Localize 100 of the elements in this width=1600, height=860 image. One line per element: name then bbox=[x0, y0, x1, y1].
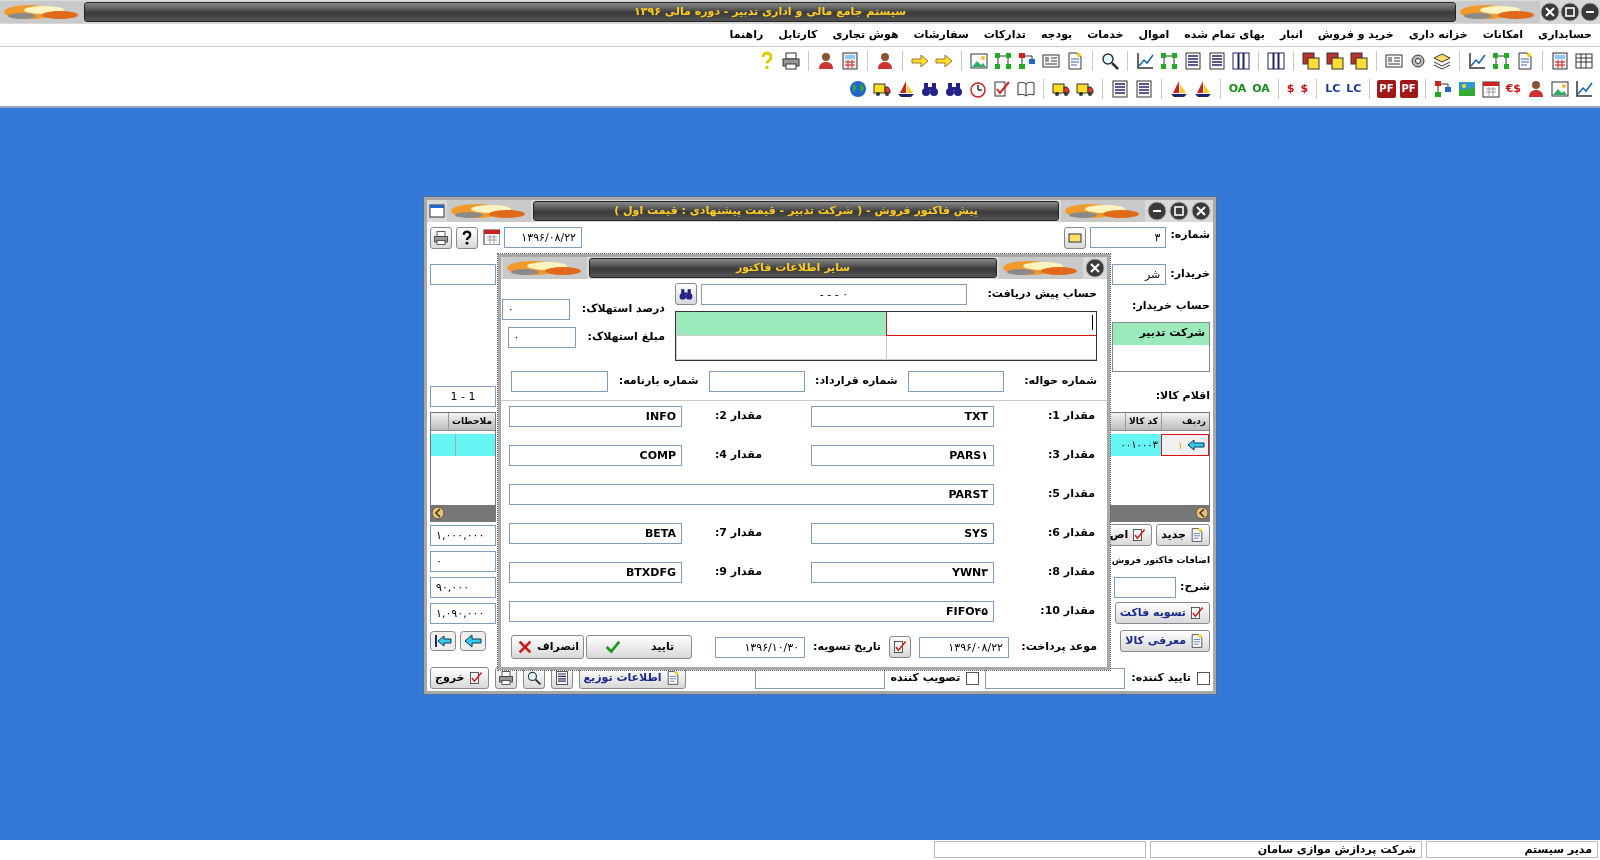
copy-icon[interactable] bbox=[1301, 51, 1321, 71]
text-field[interactable]: COMP bbox=[509, 445, 682, 466]
text-field[interactable] bbox=[708, 371, 806, 392]
cancel-button[interactable]: انصراف bbox=[511, 635, 585, 659]
checkbox[interactable] bbox=[966, 671, 980, 685]
menu-item[interactable]: خدمات bbox=[1087, 26, 1124, 44]
menu-item[interactable]: سفارشات bbox=[913, 26, 969, 44]
map-icon[interactable] bbox=[1456, 79, 1477, 99]
tree-icon[interactable] bbox=[993, 51, 1013, 71]
person-icon[interactable] bbox=[816, 51, 836, 71]
text-field[interactable]: YWN۳ bbox=[811, 562, 994, 583]
text-field[interactable]: ۱,۰۹۰,۰۰۰ bbox=[430, 602, 496, 624]
chart-icon[interactable] bbox=[1467, 51, 1487, 71]
scrollbar[interactable] bbox=[1107, 505, 1209, 521]
menu-item[interactable]: حسابداری bbox=[1538, 26, 1592, 44]
close-button[interactable] bbox=[1191, 201, 1211, 221]
text-field[interactable] bbox=[907, 371, 1005, 392]
close-button[interactable] bbox=[1085, 258, 1105, 278]
tree-icon[interactable] bbox=[1159, 51, 1179, 71]
menu-item[interactable]: انبار bbox=[1279, 26, 1303, 44]
text-field[interactable]: FIFO۴۵ bbox=[509, 601, 994, 622]
text-field[interactable]: ۹۰,۰۰۰ bbox=[430, 576, 496, 598]
maximize-button[interactable] bbox=[1560, 2, 1580, 22]
checkmark-icon[interactable] bbox=[991, 79, 1012, 99]
clock-icon[interactable] bbox=[967, 79, 988, 99]
print-button[interactable] bbox=[430, 227, 452, 249]
text-field[interactable]: ۱۳۹۶/۰۸/۲۲ bbox=[504, 227, 582, 248]
text-field[interactable]: ۰ bbox=[501, 299, 570, 320]
calendar-icon[interactable] bbox=[482, 227, 500, 245]
text-field[interactable]: BETA bbox=[509, 523, 682, 544]
columns-icon[interactable] bbox=[1231, 51, 1251, 71]
copy-icon[interactable] bbox=[1325, 51, 1345, 71]
menu-item[interactable]: اموال bbox=[1138, 26, 1170, 44]
chart-icon[interactable] bbox=[1574, 79, 1594, 99]
text-field[interactable]: SYS bbox=[811, 523, 994, 544]
first-record-button[interactable] bbox=[430, 631, 456, 651]
flowchart-icon[interactable] bbox=[1432, 79, 1453, 99]
menu-item[interactable]: خزانه داری bbox=[1408, 26, 1468, 44]
stack-icon[interactable] bbox=[1432, 51, 1452, 71]
text-field[interactable]: ۱۳۹۶/۰۸/۲۲ bbox=[919, 636, 1009, 658]
arrow-icon[interactable] bbox=[910, 51, 930, 71]
globe-icon[interactable] bbox=[847, 79, 868, 99]
flowchart-icon[interactable] bbox=[1017, 51, 1037, 71]
text-field[interactable]: - - - ۰ bbox=[701, 283, 967, 305]
menu-item[interactable]: بهای تمام شده bbox=[1184, 26, 1265, 44]
list-icon[interactable] bbox=[1133, 79, 1154, 99]
image-icon[interactable] bbox=[969, 51, 989, 71]
calendar-icon[interactable] bbox=[1480, 79, 1501, 99]
text-field[interactable]: شر bbox=[1112, 263, 1167, 285]
maximize-button[interactable] bbox=[1169, 201, 1189, 221]
toolbar-button[interactable]: $€ bbox=[1504, 79, 1522, 99]
card-icon[interactable] bbox=[1041, 51, 1061, 71]
search-icon[interactable] bbox=[1100, 51, 1120, 71]
minimize-button[interactable] bbox=[1147, 201, 1167, 221]
toolbar-button[interactable]: $ bbox=[1285, 79, 1296, 99]
text-field[interactable]: ۱,۰۰۰,۰۰۰ bbox=[430, 524, 496, 546]
copy-icon[interactable] bbox=[1349, 51, 1369, 71]
button[interactable]: معرفی کالا bbox=[1120, 630, 1210, 652]
help-button[interactable] bbox=[456, 227, 478, 249]
text-field[interactable]: BTXDFG bbox=[509, 562, 682, 583]
arrow-icon[interactable] bbox=[934, 51, 954, 71]
text-field[interactable]: ۰ bbox=[430, 550, 496, 572]
list-icon[interactable] bbox=[1207, 51, 1227, 71]
text-field[interactable] bbox=[1114, 576, 1176, 598]
menu-item[interactable]: تدارکات bbox=[983, 26, 1026, 44]
person-icon[interactable] bbox=[875, 51, 895, 71]
menu-item[interactable]: هوش تجاری bbox=[832, 26, 899, 44]
menu-item[interactable]: خرید و فروش bbox=[1317, 26, 1394, 44]
print-icon[interactable] bbox=[781, 51, 801, 71]
text-field[interactable]: 1 - 1 bbox=[430, 385, 496, 407]
checkbox[interactable] bbox=[1197, 671, 1210, 685]
button[interactable]: تسویه فاکت bbox=[1114, 602, 1210, 624]
toolbar-button[interactable]: $ bbox=[1299, 79, 1310, 99]
tree-icon[interactable] bbox=[1491, 51, 1511, 71]
menu-item[interactable]: بودجه bbox=[1040, 26, 1073, 44]
toolbar-button[interactable]: LC bbox=[1324, 79, 1342, 99]
list-icon[interactable] bbox=[1109, 79, 1130, 99]
text-field[interactable]: INFO bbox=[509, 406, 682, 427]
toolbar-button[interactable]: PF bbox=[1377, 80, 1396, 98]
lookup-button[interactable] bbox=[1064, 227, 1087, 249]
ok-button[interactable]: تایید bbox=[586, 635, 693, 659]
columns-icon[interactable] bbox=[1266, 51, 1286, 71]
text-field[interactable]: ۱۳۹۶/۱۰/۳۰ bbox=[715, 636, 806, 658]
menu-item[interactable]: امکانات bbox=[1482, 26, 1524, 44]
menu-item[interactable]: راهنما bbox=[729, 26, 764, 44]
chart-icon[interactable] bbox=[1135, 51, 1155, 71]
toolbar-button[interactable]: OA bbox=[1227, 79, 1248, 99]
tools-button[interactable] bbox=[889, 636, 911, 658]
list-icon[interactable] bbox=[1183, 51, 1203, 71]
text-field[interactable]: PARST bbox=[509, 484, 994, 505]
toolbar-button[interactable]: OA bbox=[1251, 79, 1271, 99]
document-icon[interactable] bbox=[1515, 51, 1535, 71]
text-field[interactable]: PARS۱ bbox=[811, 445, 994, 466]
text-field[interactable] bbox=[511, 371, 608, 392]
gear-icon[interactable] bbox=[1408, 51, 1428, 71]
toolbar-button[interactable]: PF bbox=[1399, 80, 1418, 98]
scrollbar[interactable] bbox=[431, 505, 495, 521]
text-field[interactable]: TXT bbox=[811, 406, 994, 427]
button[interactable]: خروج bbox=[430, 667, 489, 689]
toolbar-button[interactable]: LC bbox=[1345, 79, 1363, 99]
